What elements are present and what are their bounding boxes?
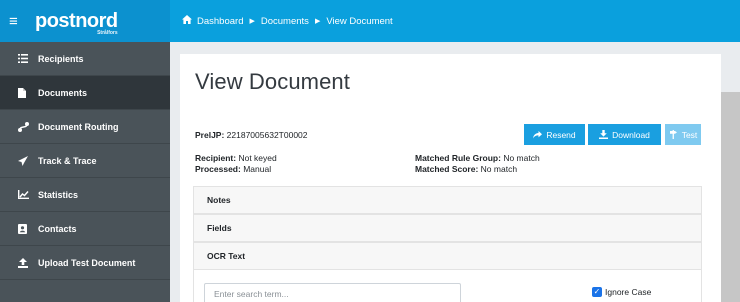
download-button[interactable]: Download <box>588 124 661 145</box>
sidebar-item-recipients[interactable]: Recipients <box>0 42 170 76</box>
contact-card-icon <box>18 223 36 234</box>
search-input[interactable] <box>204 283 461 302</box>
main-content: View Document PrelJP: 22187005632T00002 … <box>170 42 740 302</box>
chart-icon <box>18 190 36 199</box>
list-icon <box>18 54 36 63</box>
chevron-right-icon: ▶ <box>249 18 255 25</box>
page-title: View Document <box>195 69 350 94</box>
share-arrow-icon <box>533 130 543 138</box>
upload-icon <box>18 257 36 268</box>
breadcrumb-dashboard[interactable]: Dashboard <box>197 16 243 27</box>
routing-icon <box>18 121 36 132</box>
download-icon <box>599 130 609 139</box>
sidebar-item-document-routing[interactable]: Document Routing <box>0 110 170 144</box>
chevron-right-icon: ▶ <box>314 18 321 25</box>
matched-rule-group-line: Matched Rule Group: No match <box>415 153 540 163</box>
breadcrumb-documents[interactable]: Documents <box>261 16 309 27</box>
test-button[interactable]: Test <box>665 124 701 145</box>
breadcrumb-view-document: View Document <box>326 15 393 27</box>
route-sign-icon <box>669 130 677 139</box>
paper-plane-icon <box>18 155 36 166</box>
recipient-line: Recipient: Not keyed <box>195 153 277 163</box>
prelijp-line: PrelJP: 22187005632T00002 <box>195 130 308 140</box>
hamburger-menu-icon[interactable]: ≡ <box>9 14 27 29</box>
breadcrumb: Dashboard ▶ Documents ▶ View Document <box>170 0 740 42</box>
fields-section-header[interactable]: Fields <box>193 214 702 242</box>
home-icon <box>182 15 192 27</box>
resend-button[interactable]: Resend <box>524 124 585 145</box>
checkmark-icon: ✓ <box>592 287 602 297</box>
matched-score-line: Matched Score: No match <box>415 164 518 174</box>
ignore-case-checkbox[interactable]: ✓ Ignore Case <box>592 287 651 297</box>
file-icon <box>18 87 36 98</box>
postnord-logo[interactable]: postnord Strålfors <box>35 11 118 36</box>
document-preview-panel <box>721 92 740 302</box>
processed-line: Processed: Manual <box>195 164 272 174</box>
sidebar-item-statistics[interactable]: Statistics <box>0 178 170 212</box>
sidebar-item-documents[interactable]: Documents <box>0 76 170 110</box>
top-bar: ≡ postnord Strålfors Dashboard ▶ Documen… <box>0 0 740 42</box>
prelijp-value: 22187005632T00002 <box>226 130 308 140</box>
document-card: View Document PrelJP: 22187005632T00002 … <box>180 54 731 302</box>
sidebar-item-track-trace[interactable]: Track & Trace <box>0 144 170 178</box>
sidebar: Recipients Documents Document Routing Tr… <box>0 42 170 302</box>
brand-area: ≡ postnord Strålfors <box>0 0 170 42</box>
notes-section-header[interactable]: Notes <box>193 186 702 214</box>
sidebar-item-upload-test-document[interactable]: Upload Test Document <box>0 246 170 280</box>
ocr-text-section-header[interactable]: OCR Text <box>193 242 702 270</box>
sidebar-item-contacts[interactable]: Contacts <box>0 212 170 246</box>
